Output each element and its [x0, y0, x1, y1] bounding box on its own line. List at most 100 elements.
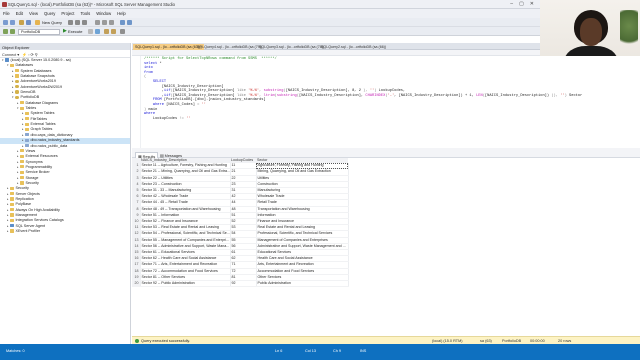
- tree-item-label: PortfolioDB: [20, 95, 40, 100]
- available-databases-dropdown[interactable]: PortfolioDB: [18, 28, 60, 35]
- grid-cell[interactable]: 92: [230, 280, 257, 288]
- menu-item-file[interactable]: File: [3, 11, 10, 16]
- connect-icon[interactable]: [3, 29, 8, 34]
- folder-icon: [25, 122, 29, 126]
- tree-item-label: SQL Server Agent: [15, 223, 46, 228]
- paste-icon[interactable]: [109, 20, 114, 25]
- tree-item-label: Always On High Availability: [15, 207, 60, 212]
- query-status-bar: Query executed successfully. (local) (15…: [132, 336, 640, 344]
- results-to-text-icon[interactable]: [111, 29, 116, 34]
- change-connection-icon[interactable]: [10, 29, 15, 34]
- grid-cell[interactable]: Sector 72 -- Accommodation and Food Serv…: [140, 268, 231, 275]
- grid-cell[interactable]: Sector 54 -- Professional, Scientific, a…: [140, 230, 231, 238]
- results-grid[interactable]: NAICS_Industry_Description LookupCodes Sec…: [132, 158, 640, 336]
- row-number[interactable]: 20: [132, 280, 141, 288]
- folder-icon: [20, 175, 24, 180]
- grid-cell[interactable]: Sector 92 -- Public Administration: [140, 280, 231, 288]
- database-icon: [15, 90, 19, 94]
- folder-icon: [10, 197, 14, 201]
- window-title: SQLQuery1.sql - (local).PortfolioDB (sa …: [8, 2, 175, 7]
- menu-item-window[interactable]: Window: [96, 11, 111, 16]
- folder-icon: [10, 63, 14, 67]
- ide-status-bar: Matches: 0 Ln 6 Col 13 Ch 9 INS: [0, 344, 640, 360]
- folder-icon: [20, 170, 24, 174]
- sql-editor[interactable]: /****** Script for SelectTopNRows comman…: [132, 56, 640, 148]
- database-icon: [15, 95, 19, 100]
- query-status-time: 00:00:00: [530, 338, 545, 343]
- table-row[interactable]: 20 Sector 92 -- Public Administration 92 Pu…: [132, 280, 349, 288]
- tree-item-label: XEvent Profiler: [15, 229, 41, 233]
- tree-item-label: Security: [15, 186, 29, 191]
- tree-item-label: Synonyms: [25, 159, 43, 164]
- menu-item-edit[interactable]: Edit: [16, 11, 23, 16]
- results-to-grid-icon[interactable]: [104, 29, 109, 34]
- folder-icon: [15, 69, 19, 73]
- mdx-icon[interactable]: [68, 20, 73, 25]
- undo-icon[interactable]: [120, 20, 125, 25]
- tree-item-label: Integration Services Catalogs: [15, 218, 64, 223]
- grid-cell[interactable]: Sector 56 -- Administrative and Support,…: [140, 243, 231, 251]
- results-tab-strip: ▦ Results ▤ Messages: [132, 151, 640, 159]
- cut-icon[interactable]: [95, 20, 100, 25]
- grid-cell[interactable]: Sector 11 -- Agriculture, Forestry, Fish…: [140, 163, 231, 170]
- status-char: Ch 9: [333, 349, 342, 353]
- webcam-plant: [620, 10, 638, 50]
- tree-item-label: Databases: [15, 63, 34, 68]
- menu-bar: File Edit View Query Project Tools Window Help: [0, 9, 540, 18]
- comment-icon[interactable]: [120, 29, 125, 34]
- connect-label[interactable]: Connect: [2, 53, 16, 57]
- tree-item-label: Programmability: [25, 164, 53, 169]
- database-icon: [15, 85, 19, 89]
- grid-cell[interactable]: Sector 53 -- Real Estate and Rental and …: [140, 224, 231, 232]
- back-icon[interactable]: [3, 20, 8, 25]
- tree-item-label: AdventureWorksDW2019: [20, 84, 63, 89]
- menu-item-query[interactable]: Query: [44, 11, 55, 16]
- new-file-icon[interactable]: [19, 20, 24, 25]
- grid-cell[interactable]: Public Administration: [256, 280, 349, 288]
- xmla-icon[interactable]: [82, 20, 87, 25]
- new-query-icon: [35, 20, 40, 25]
- menu-item-tools[interactable]: Tools: [80, 11, 90, 16]
- tree-item-label: dbo.caps_data_dictionary: [30, 132, 73, 137]
- database-icon: [15, 79, 19, 83]
- tree-item-label: Service Broker: [25, 170, 50, 175]
- success-check-icon: [135, 338, 139, 343]
- object-explorer-panel: Object Explorer Connect ▾ ⚡ ▫ ⟳ ⚲ ▾ (loca…: [0, 43, 131, 344]
- menu-item-help[interactable]: Help: [117, 11, 126, 16]
- copy-icon[interactable]: [102, 20, 107, 25]
- tree-item[interactable]: ▸ XEvent Profiler: [0, 229, 130, 234]
- folder-icon: [10, 218, 14, 222]
- grid-cell[interactable]: Sector 21 -- Mining, Quarrying, and Oil …: [140, 168, 231, 176]
- folder-icon: [20, 149, 24, 153]
- parse-icon[interactable]: [95, 29, 100, 34]
- forward-icon[interactable]: [10, 20, 15, 25]
- query-status-server: (local) (15.0 RTM): [432, 338, 463, 343]
- menu-item-view[interactable]: View: [29, 11, 38, 16]
- menu-item-project[interactable]: Project: [61, 11, 74, 16]
- window-controls[interactable]: –▢✕: [510, 1, 540, 7]
- grid-cell[interactable]: Administrative and Support, Waste Manage…: [256, 243, 349, 251]
- tree-item-label: dbo.naics_industry_standards: [30, 138, 80, 143]
- folder-icon: [20, 154, 24, 158]
- folder-icon: [25, 127, 29, 132]
- save-icon[interactable]: [26, 20, 31, 25]
- tree-item-label: Graph Tables: [30, 127, 53, 132]
- execute-button[interactable]: Execute: [68, 29, 82, 34]
- grid-cell[interactable]: Sector 55 -- Management of Companies and…: [140, 237, 231, 244]
- tree-item-label: System Tables: [30, 111, 55, 116]
- tree-item-label: Tables: [25, 106, 37, 111]
- redo-icon[interactable]: [127, 20, 132, 25]
- grid-cell[interactable]: Sector 48 - 49 -- Transportation and War…: [140, 206, 231, 213]
- folder-icon: [25, 117, 29, 121]
- query-status-user: sa (63): [480, 338, 492, 343]
- tree-item-label: Security: [25, 180, 39, 185]
- cancel-query-icon[interactable]: [88, 29, 93, 34]
- grid-cell[interactable]: Sector 71 -- Arts, Entertainment and Rec…: [140, 261, 231, 269]
- table-icon: [25, 133, 29, 137]
- object-explorer-connect[interactable]: Connect ▾ ⚡ ▫ ⟳ ⚲: [0, 50, 130, 58]
- new-query-button[interactable]: New Query: [42, 20, 62, 25]
- execute-icon: ▶: [63, 27, 67, 34]
- tree-item-label: System Databases: [20, 68, 52, 73]
- tree-item-label: DemoDB: [20, 90, 36, 95]
- dmx-icon[interactable]: [75, 20, 80, 25]
